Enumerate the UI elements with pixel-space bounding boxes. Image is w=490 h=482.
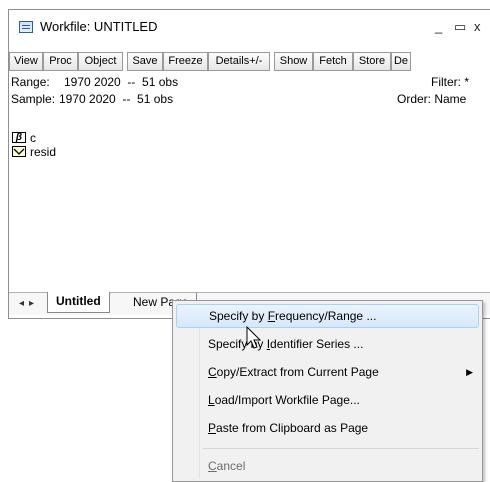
view-button[interactable]: View bbox=[9, 52, 43, 71]
object-button[interactable]: Object bbox=[78, 52, 123, 71]
menu-item-load-import[interactable]: Load/Import Workfile Page... bbox=[176, 388, 479, 412]
menu-item-copy-extract[interactable]: Copy/Extract from Current Page ▶ bbox=[176, 360, 479, 384]
workfile-icon bbox=[19, 21, 33, 33]
menu-item-text: requency/Range ... bbox=[275, 309, 377, 323]
menu-item-text: Specify by bbox=[209, 309, 268, 323]
menu-item-text: aste from Clipboard as Page bbox=[216, 421, 369, 435]
submenu-arrow-icon: ▶ bbox=[466, 367, 473, 377]
menu-item-mnemonic: C bbox=[208, 365, 217, 379]
range-value[interactable]: 1970 2020 -- 51 obs bbox=[64, 75, 178, 89]
title-bar[interactable]: Workfile: UNTITLED _ ▭ x bbox=[9, 10, 490, 46]
menu-item-text: opy/Extract from Current Page bbox=[216, 365, 379, 379]
new-page-context-menu: Specify by Frequency/Range ... Specify b… bbox=[172, 300, 483, 482]
show-button[interactable]: Show bbox=[274, 52, 313, 71]
store-button[interactable]: Store bbox=[353, 52, 391, 71]
close-icon[interactable]: x bbox=[474, 19, 481, 34]
save-button[interactable]: Save bbox=[127, 52, 163, 71]
tab-scroll-right-icon[interactable]: ▸ bbox=[29, 298, 34, 309]
order-text[interactable]: Order: Name bbox=[397, 92, 466, 106]
menu-item-mnemonic: F bbox=[267, 309, 276, 323]
sample-value[interactable]: 1970 2020 -- 51 obs bbox=[59, 92, 173, 106]
menu-item-mnemonic: P bbox=[208, 421, 217, 435]
menu-item-text: ancel bbox=[216, 459, 246, 473]
series-icon bbox=[12, 146, 26, 157]
minimize-icon[interactable]: _ bbox=[435, 19, 442, 34]
freeze-button[interactable]: Freeze bbox=[163, 52, 208, 71]
menu-separator bbox=[203, 448, 479, 449]
menu-item-cancel[interactable]: Cancel bbox=[176, 454, 479, 478]
tab-scroll-left-icon[interactable]: ◂ bbox=[19, 298, 24, 309]
details-button[interactable]: Details+/- bbox=[208, 52, 270, 71]
fetch-button[interactable]: Fetch bbox=[313, 52, 353, 71]
coefficient-icon: β bbox=[12, 132, 26, 143]
maximize-icon[interactable]: ▭ bbox=[454, 19, 466, 35]
workfile-window: Workfile: UNTITLED _ ▭ x View Proc Objec… bbox=[8, 9, 490, 319]
object-name: resid bbox=[30, 145, 57, 159]
menu-item-text: oad/Import Workfile Page... bbox=[214, 393, 360, 407]
menu-item-mnemonic: C bbox=[208, 459, 217, 473]
menu-item-mnemonic: L bbox=[208, 393, 215, 407]
tab-untitled[interactable]: Untitled bbox=[47, 292, 110, 313]
menu-item-text: dentifier Series ... bbox=[270, 337, 364, 351]
proc-button[interactable]: Proc bbox=[43, 52, 78, 71]
menu-item-specify-identifier[interactable]: Specify by Identifier Series ... bbox=[176, 332, 479, 356]
menu-item-specify-frequency[interactable]: Specify by Frequency/Range ... bbox=[176, 304, 479, 328]
filter-text[interactable]: Filter: * bbox=[431, 75, 469, 89]
mouse-cursor-icon bbox=[246, 326, 262, 349]
workfile-toolbar: View Proc Object Save Freeze Details+/- … bbox=[9, 52, 490, 72]
menu-item-paste-clipboard[interactable]: Paste from Clipboard as Page bbox=[176, 416, 479, 440]
delete-button[interactable]: De bbox=[391, 52, 411, 71]
object-name: c bbox=[30, 131, 36, 145]
sample-label: Sample: bbox=[11, 92, 56, 106]
window-title: Workfile: UNTITLED bbox=[40, 19, 158, 34]
range-label: Range: bbox=[11, 75, 50, 89]
